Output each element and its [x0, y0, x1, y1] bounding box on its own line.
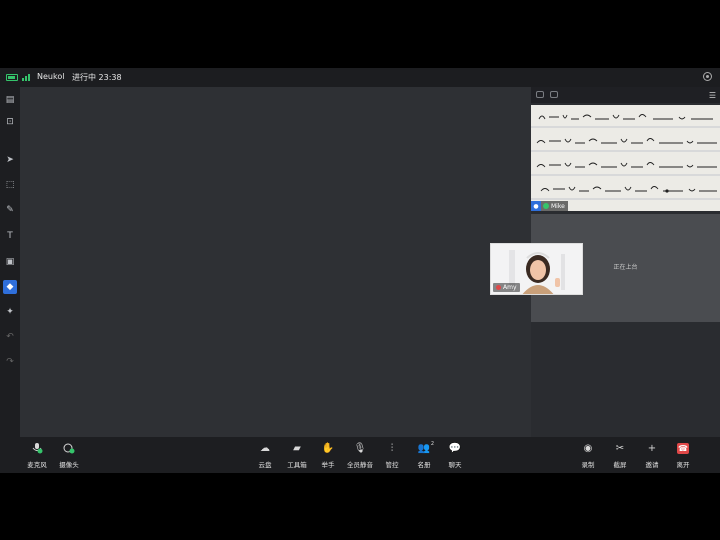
manage-label: 管控: [385, 461, 399, 469]
toolbox-icon: ▰: [293, 443, 301, 454]
select-pointer-icon[interactable]: ➤: [3, 153, 17, 167]
chat-bubble-icon: 💬: [448, 443, 462, 454]
leave-label: 离开: [676, 461, 690, 469]
video-panel-header: ☰: [531, 87, 720, 103]
invite-label: 邀请: [645, 461, 659, 469]
text-icon[interactable]: T: [3, 229, 17, 243]
mute-all-button[interactable]: 🎙 全员静音: [342, 443, 378, 471]
chat-button[interactable]: 💬 聊天: [437, 443, 473, 471]
signal-icon: [22, 73, 32, 81]
classroom-app: Neukol 进行中 23:38 ▤ ⊡ ➤ ⬚ ✎ T ▣ ◆ ✦ ↶ ↷ ☰: [0, 68, 720, 473]
cloud-icon: ☁: [260, 443, 270, 454]
hand-icon: ✋: [321, 443, 335, 454]
top-bar: Neukol 进行中 23:38: [0, 68, 720, 87]
camera-label: 摄像头: [59, 461, 79, 469]
microphone-icon: [31, 443, 43, 454]
user-icon: ●: [531, 201, 541, 211]
screenshot-button[interactable]: ✂ 截屏: [602, 443, 638, 471]
pen-icon[interactable]: ✎: [3, 203, 17, 217]
meeting-status: 进行中 23:38: [72, 73, 122, 82]
video-tile-mike[interactable]: ● Mike: [531, 105, 720, 211]
area-select-icon[interactable]: ⬚: [3, 178, 17, 192]
chat-label: 聊天: [448, 461, 462, 469]
hang-up-icon: ☎: [677, 443, 689, 454]
record-label: 录制: [581, 461, 595, 469]
mute-all-icon: 🎙: [353, 443, 367, 454]
scissors-icon: ✂: [615, 443, 625, 454]
participant-name: Amy: [503, 284, 517, 291]
participant-name-tag: Amy: [493, 283, 520, 292]
redo-icon[interactable]: ↷: [3, 355, 17, 369]
participant-name: Mike: [551, 202, 565, 210]
sliders-icon: ⫶: [390, 443, 394, 454]
participant-name-tag: ● Mike: [531, 201, 568, 211]
eraser-icon[interactable]: ◆: [3, 280, 17, 294]
chat-bubble-icon[interactable]: [536, 91, 544, 98]
cloud-drive-label: 云盘: [258, 461, 272, 469]
toolbox-label: 工具箱: [287, 461, 307, 469]
microphone-label: 麦克风: [27, 461, 47, 469]
microphone-icon: [543, 203, 549, 209]
screenshot-label: 截屏: [613, 461, 627, 469]
roster-label: 名册: [417, 461, 431, 469]
mute-all-label: 全员静音: [347, 461, 373, 469]
gear-icon[interactable]: [703, 72, 712, 81]
camera-button[interactable]: 摄像头: [51, 443, 87, 471]
list-icon[interactable]: ☰: [709, 91, 716, 100]
microphone-muted-icon: [496, 285, 501, 290]
whiteboard-icon[interactable]: ▤: [3, 93, 17, 107]
plus-icon: +: [647, 443, 657, 454]
whiteboard-canvas[interactable]: [20, 87, 531, 437]
leave-button[interactable]: ☎ 离开: [665, 443, 701, 471]
camera-icon: [63, 443, 75, 454]
laser-pointer-icon[interactable]: ✦: [3, 305, 17, 319]
left-toolbar: ▤ ⊡ ➤ ⬚ ✎ T ▣ ◆ ✦ ↶ ↷: [0, 87, 20, 437]
bottom-toolbar: 麦克风 摄像头 ☁ 云盘 ▰ 工具箱 ✋ 举手 🎙 全员静音 ⫶ 管控 👥 2 名册 💬 聊天 ◉ 录制 ✂ 截屏 +…: [0, 437, 720, 473]
record-button[interactable]: ◉ 录制: [570, 443, 606, 471]
app-title: Neukol: [37, 72, 65, 81]
undo-icon[interactable]: ↶: [3, 330, 17, 344]
image-icon[interactable]: ▣: [3, 255, 17, 269]
microphone-button[interactable]: 麦克风: [19, 443, 55, 471]
manage-button[interactable]: ⫶ 管控: [374, 443, 410, 471]
video-tile-amy[interactable]: Amy: [490, 243, 583, 295]
raise-hand-button[interactable]: ✋ 举手: [310, 443, 346, 471]
handwritten-math-image: [531, 105, 720, 211]
record-icon: ◉: [583, 443, 593, 454]
raise-hand-label: 举手: [321, 461, 335, 469]
count-badge: 2: [430, 441, 434, 447]
screen-share-icon[interactable]: ⊡: [3, 115, 17, 129]
cloud-drive-button[interactable]: ☁ 云盘: [247, 443, 283, 471]
comment-icon[interactable]: [550, 91, 558, 98]
people-icon: 👥: [417, 443, 431, 454]
battery-icon: [6, 74, 18, 81]
